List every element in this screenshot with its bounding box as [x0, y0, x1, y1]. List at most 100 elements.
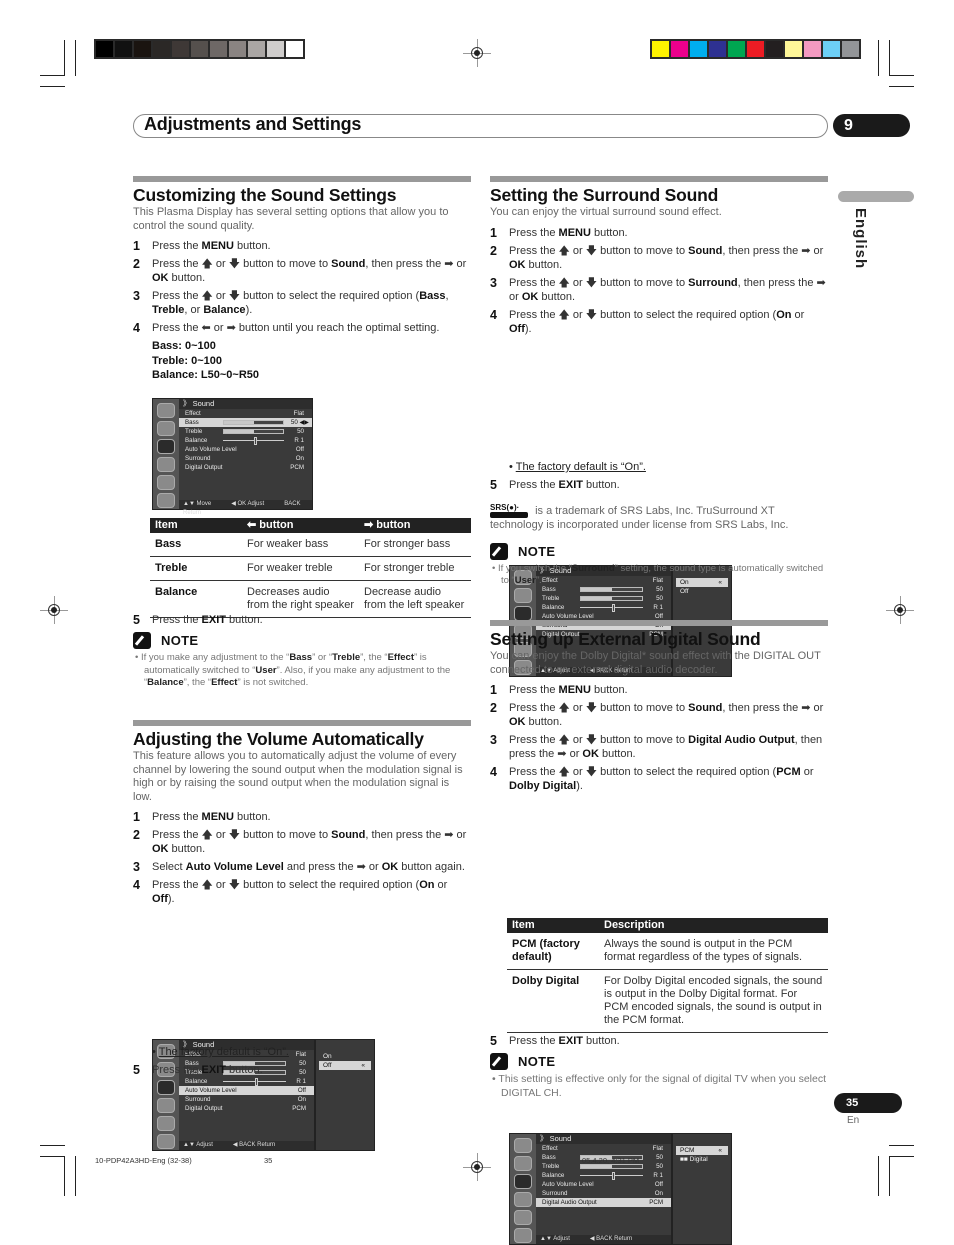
factory-default-note: • The factory default is “On”.: [509, 461, 646, 473]
factory-default-text: The factory default is “On”.: [158, 1046, 289, 1058]
step-number: 4: [133, 321, 140, 335]
osd-setup-icon: [157, 403, 175, 418]
osd-position-icon: [157, 457, 175, 472]
step-2: 2 Press the 🡅 or 🡇 button to move to Soun…: [133, 828, 471, 856]
color-swatch: [747, 41, 764, 57]
osd-footer-hints: ▲▼ Adjust ◀ BACK Return: [179, 1141, 314, 1150]
section-external-digital-sound: Setting up External Digital Sound You ca…: [490, 620, 828, 797]
digital-output-table-wrap: Item Description PCM (factory default) Alwa…: [507, 918, 828, 1033]
osd-row-value: R 1: [653, 1172, 663, 1179]
osd-menu-row: Surround On: [179, 1095, 314, 1104]
osd-picture-icon: [514, 1156, 532, 1171]
table-header-row: Item ⬅ button ➡ button: [150, 518, 471, 533]
page-language: En: [847, 1115, 860, 1126]
registration-mark-icon: [886, 596, 914, 624]
osd-row-value: R 1: [294, 437, 304, 444]
table-item-cell: Bass: [150, 533, 242, 557]
section-intro: This feature allows you to automatically…: [133, 750, 463, 803]
bass-treble-balance-table-wrap: Item ⬅ button ➡ button Bass For weaker bass F…: [150, 518, 471, 618]
step-1: 1 Press the MENU button.: [133, 239, 471, 253]
crop-mark: [40, 86, 65, 87]
section-title: Adjusting the Volume Automatically: [133, 729, 424, 749]
osd-sound-menu-screenshot: 》 Sound Effect Flat Bass 50 ◀▶ Treble 50 Balanc…: [152, 398, 313, 516]
range-list: Bass: 0~100 Treble: 0~100 Balance: L50~0…: [133, 339, 471, 383]
osd-row-value: On: [297, 1096, 306, 1103]
osd-sound-icon: [157, 1080, 175, 1095]
chapter-title: Adjustments and Settings: [144, 114, 362, 134]
crop-mark: [40, 75, 65, 76]
osd-level-bar: [223, 429, 284, 434]
registration-mark-icon: [463, 1153, 491, 1181]
language-tab-bar: [838, 191, 914, 202]
step-4: 4 Press the ⬅ or ➡ button until you reach…: [133, 321, 471, 335]
table-cell: For weaker treble: [242, 556, 359, 581]
column-header: ⬅ button: [242, 518, 359, 533]
osd-option: PCM «: [676, 1146, 728, 1155]
step-3: 3 Press the 🡅 or 🡇 button to select the r…: [133, 289, 471, 317]
osd-row-value: 50 ◀▶: [290, 419, 309, 426]
pencil-note-icon: [490, 542, 508, 560]
note-label: NOTE: [518, 1054, 556, 1069]
osd-row-value: Off: [654, 1181, 663, 1188]
step-number: 5: [133, 613, 140, 627]
osd-row-value: 50: [656, 1154, 663, 1161]
osd-level-bar: [580, 596, 643, 601]
step-5: 5 Press the EXIT button.: [490, 478, 828, 492]
osd-timer-icon: [514, 1210, 532, 1225]
osd-category-sidebar: [510, 1134, 536, 1244]
osd-row-label: Digital Output: [185, 464, 223, 471]
color-swatch: [229, 41, 246, 57]
step-number: 2: [133, 257, 140, 271]
step-4: 4 Press the 🡅 or 🡇 button to select the r…: [133, 878, 471, 906]
step-text: Press the 🡅 or 🡇 button to select the re…: [152, 290, 449, 316]
osd-sound-panel: 》 Sound Effect Flat Bass 50 ◀▶ Treble 50 Balanc…: [179, 399, 312, 516]
table-cell: Decrease audio from the left speaker: [359, 580, 471, 618]
step-number: 2: [490, 701, 497, 715]
osd-row-label: Surround: [542, 1190, 568, 1197]
grayscale-color-bar: [94, 39, 305, 59]
note-header: NOTE: [490, 1053, 828, 1070]
step-5: 5 Press the EXIT button.: [133, 1063, 471, 1077]
color-swatch: [286, 41, 303, 57]
step-2: 2 Press the 🡅 or 🡇 button to move to Soun…: [490, 701, 828, 729]
osd-menu-row: Bass 50 ◀▶: [179, 418, 312, 427]
step-number: 3: [490, 733, 497, 747]
osd-row-value: On: [654, 1190, 663, 1197]
table-cell: Always the sound is output in the PCM fo…: [599, 933, 828, 970]
section-divider: [133, 176, 471, 182]
osd-timer-icon: [157, 475, 175, 490]
table-row: Bass For weaker bass For stronger bass: [150, 533, 471, 557]
section-title: Setting the Surround Sound: [490, 185, 719, 205]
note-text: • If you make any adjustment to the “Bas…: [135, 652, 451, 688]
color-swatch: [115, 41, 132, 57]
osd-row-label: Auto Volume Level: [185, 1087, 237, 1094]
osd-sound-panel: 》 Sound Effect Flat Bass 50 Treble 50 Balance R …: [536, 1134, 671, 1244]
language-tab-label: English: [852, 208, 869, 270]
osd-row-label: Treble: [542, 595, 560, 602]
table-item-cell: Treble: [150, 556, 242, 581]
crop-mark: [64, 1156, 65, 1196]
step-text: Press the 🡅 or 🡇 button to move to Sound…: [509, 702, 824, 728]
osd-menu-row: Balance R 1: [179, 436, 312, 445]
step-3: 3 Select Auto Volume Level and press the …: [133, 860, 471, 874]
osd-position-icon: [157, 1098, 175, 1113]
section-divider: [490, 176, 828, 182]
registration-mark-icon: [463, 39, 491, 67]
osd-row-label: Balance: [542, 604, 565, 611]
button-name: EXIT: [201, 614, 226, 626]
osd-selection-chevron-icon: «: [718, 1147, 722, 1154]
osd-category-sidebar: [153, 399, 179, 509]
step-2: 2 Press the 🡅 or 🡇 button to move to Soun…: [490, 244, 828, 272]
note-header: NOTE: [490, 542, 828, 560]
color-swatch: [153, 41, 170, 57]
step-number: 1: [490, 683, 497, 697]
crop-mark: [889, 1156, 914, 1157]
osd-footer-hint: ◀ BACK Return: [589, 1236, 633, 1242]
crop-mark: [75, 40, 76, 76]
step-number: 4: [490, 765, 497, 779]
steps-list: 1 Press the MENU button. 2 Press the 🡅 or 🡇…: [490, 683, 828, 793]
section-auto-volume: Adjusting the Volume Automatically This …: [133, 720, 471, 910]
osd-menu-title: 》 Sound: [179, 399, 312, 409]
osd-row-label: Digital Audio Output: [542, 1199, 597, 1206]
crop-mark: [75, 1156, 76, 1196]
